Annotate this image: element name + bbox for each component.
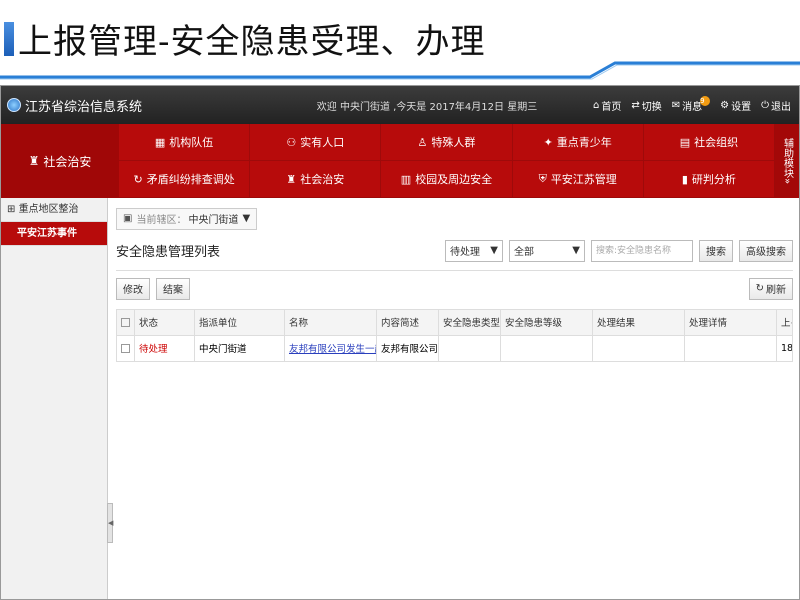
unit-cell: 中央门街道 xyxy=(194,334,285,362)
module-youth[interactable]: ✦ 重点青少年 xyxy=(512,124,644,161)
module-grid: ▦ 机构队伍 ⚇ 实有人口 ♙ 特殊人群 ✦ 重点青少年 ▤ 社会组织 ↻ 矛盾纠纷排查调处… xyxy=(119,124,775,198)
row-select-cell[interactable] xyxy=(116,334,135,362)
type-cell xyxy=(438,334,501,362)
person-icon: ♙ xyxy=(417,135,428,149)
caret-down-icon: ▼ xyxy=(490,245,498,256)
select-all-cell[interactable] xyxy=(116,308,135,336)
refresh-icon: ↻ xyxy=(133,172,143,186)
detail-cell xyxy=(684,334,777,362)
module-org-team[interactable]: ▦ 机构队伍 xyxy=(119,124,251,161)
sidebar-item-key-areas[interactable]: ⊞ 重点地区整治 xyxy=(1,198,107,222)
current-module[interactable]: ♜ 社会治安 xyxy=(1,124,119,198)
module-public-security[interactable]: ♜ 社会治安 xyxy=(250,161,382,198)
select-all-checkbox[interactable] xyxy=(121,317,130,327)
switch-link[interactable]: ⇄ 切换 xyxy=(631,98,661,113)
archive-button[interactable]: 结案 xyxy=(156,277,190,300)
status-cell: 待处理 xyxy=(134,334,195,362)
slide-title: 上报管理-安全隐患受理、办理 xyxy=(18,22,486,62)
expand-icon: ⊞ xyxy=(7,204,19,215)
switch-icon: ⇄ xyxy=(631,99,640,111)
column-header[interactable]: 内容简述 xyxy=(376,308,439,336)
table-row[interactable]: 待处理 中央门街道 友邦有限公司发生一起损坏 友邦有限公司发生 18 xyxy=(116,334,793,362)
sidebar-item-safe-jiangsu-events[interactable]: 平安江苏事件 xyxy=(1,222,107,246)
police-icon: ♜ xyxy=(28,154,40,168)
column-header[interactable]: 安全隐患等级 xyxy=(500,308,593,336)
column-header[interactable]: 处理详情 xyxy=(684,308,777,336)
module-nav: ♜ 社会治安 ▦ 机构队伍 ⚇ 实有人口 ♙ 特殊人群 ✦ 重点青少年 ▤ 社会组织 ↻ 矛… xyxy=(1,124,799,198)
module-population[interactable]: ⚇ 实有人口 xyxy=(250,124,382,161)
home-link[interactable]: ⌂ 首页 xyxy=(593,98,621,113)
power-icon: ⏻ xyxy=(761,99,769,111)
column-header[interactable]: 状态 xyxy=(134,308,195,336)
hazard-name-link[interactable]: 友邦有限公司发生一起损坏 xyxy=(289,344,376,355)
app-window: 江苏省综治信息系统 欢迎 中央门街道 ,今天是 2017年4月12日 星期三 ⌂… xyxy=(0,85,800,600)
module-safe-jiangsu[interactable]: ⛨ 平安江苏管理 xyxy=(512,161,644,198)
module-social-org[interactable]: ▤ 社会组织 xyxy=(643,124,775,161)
app-logo[interactable]: 江苏省综治信息系统 xyxy=(1,96,261,115)
divider xyxy=(116,269,793,271)
refresh-button[interactable]: ↻ 刷新 xyxy=(748,277,793,300)
mail-icon: ✉ xyxy=(671,99,681,111)
caret-down-icon: ▼ xyxy=(572,245,580,256)
title-marker xyxy=(4,22,14,56)
chart-icon: ▮ xyxy=(681,172,688,186)
result-cell xyxy=(592,334,685,362)
gear-icon: ⚙ xyxy=(720,99,730,111)
current-area: 中央门街道 xyxy=(188,215,239,226)
extra-cell: 18 xyxy=(776,334,793,362)
building-icon: ▤ xyxy=(679,135,691,149)
top-bar: 江苏省综治信息系统 欢迎 中央门街道 ,今天是 2017年4月12日 星期三 ⌂… xyxy=(1,86,799,124)
level-cell xyxy=(500,334,593,362)
type-filter-select[interactable]: 全部 ▼ xyxy=(509,239,585,262)
sidebar: ⊞ 重点地区整治 平安江苏事件 ◀ xyxy=(1,198,113,599)
edit-button[interactable]: 修改 xyxy=(116,277,150,300)
map-icon: ▣ xyxy=(123,213,133,224)
refresh-icon: ↻ xyxy=(755,283,764,294)
settings-link[interactable]: ⚙ 设置 xyxy=(720,98,751,113)
app-name: 江苏省综治信息系统 xyxy=(25,99,143,115)
org-icon: ▦ xyxy=(154,135,166,149)
shield-icon: ⛨ xyxy=(538,172,547,185)
welcome-text: 欢迎 中央门街道 ,今天是 2017年4月12日 星期三 xyxy=(316,101,538,113)
summary-cell: 友邦有限公司发生 xyxy=(376,334,439,362)
decorative-line xyxy=(0,61,800,80)
search-button[interactable]: 搜索 xyxy=(699,239,733,262)
messages-link[interactable]: ✉ 消息 9 xyxy=(671,96,711,113)
top-actions: ⌂ 首页 ⇄ 切换 ✉ 消息 9 ⚙ 设置 ⏻ 退出 xyxy=(593,96,799,113)
school-icon: ▥ xyxy=(400,172,412,186)
column-header[interactable]: 名称 xyxy=(284,308,377,336)
list-toolbar: 修改 结案 ↻ 刷新 xyxy=(116,277,793,301)
assist-module-toggle[interactable]: 辅助模块 » xyxy=(775,124,799,198)
runner-icon: ✦ xyxy=(543,135,553,149)
logout-link[interactable]: ⏻ 退出 xyxy=(761,98,791,113)
caret-down-icon: ▼ xyxy=(242,213,251,224)
row-checkbox[interactable] xyxy=(121,343,130,353)
column-header[interactable]: 安全隐患类型 xyxy=(438,308,501,336)
home-icon: ⌂ xyxy=(592,99,600,111)
main-panel: ▣ 当前辖区： 中央门街道 ▼ 安全隐患管理列表 待处理 ▼ 全部 ▼ 搜索:安全隐… xyxy=(108,198,799,599)
column-header[interactable]: 指派单位 xyxy=(194,308,285,336)
slide-header: 上报管理-安全隐患受理、办理 xyxy=(0,0,800,80)
advanced-search-button[interactable]: 高级搜索 xyxy=(739,239,793,262)
emblem-icon xyxy=(7,98,21,112)
module-disputes[interactable]: ↻ 矛盾纠纷排查调处 xyxy=(119,161,251,198)
status-filter-select[interactable]: 待处理 ▼ xyxy=(445,239,503,262)
list-header: 安全隐患管理列表 待处理 ▼ 全部 ▼ 搜索:安全隐患名称 搜索 高级搜索 xyxy=(116,238,793,264)
content-area: ⊞ 重点地区整治 平安江苏事件 ◀ ▣ 当前辖区： 中央门街道 ▼ 安全隐患管理… xyxy=(1,198,799,599)
list-title: 安全隐患管理列表 xyxy=(116,245,221,260)
people-icon: ⚇ xyxy=(286,135,297,149)
module-campus-safety[interactable]: ▥ 校园及周边安全 xyxy=(381,161,513,198)
message-badge: 9 xyxy=(700,96,711,106)
table-header-row: 状态 指派单位 名称 内容简述 安全隐患类型 安全隐患等级 处理结果 处理详情 … xyxy=(116,308,793,336)
breadcrumb[interactable]: ▣ 当前辖区： 中央门街道 ▼ xyxy=(116,207,258,230)
module-special-groups[interactable]: ♙ 特殊人群 xyxy=(381,124,513,161)
module-analysis[interactable]: ▮ 研判分析 xyxy=(643,161,775,198)
search-input[interactable]: 搜索:安全隐患名称 xyxy=(591,239,693,262)
hazard-table: 状态 指派单位 名称 内容简述 安全隐患类型 安全隐患等级 处理结果 处理详情 … xyxy=(116,308,793,362)
police-icon: ♜ xyxy=(286,172,297,186)
column-header[interactable]: 上+ xyxy=(776,308,793,336)
name-cell[interactable]: 友邦有限公司发生一起损坏 xyxy=(284,334,377,362)
column-header[interactable]: 处理结果 xyxy=(592,308,685,336)
